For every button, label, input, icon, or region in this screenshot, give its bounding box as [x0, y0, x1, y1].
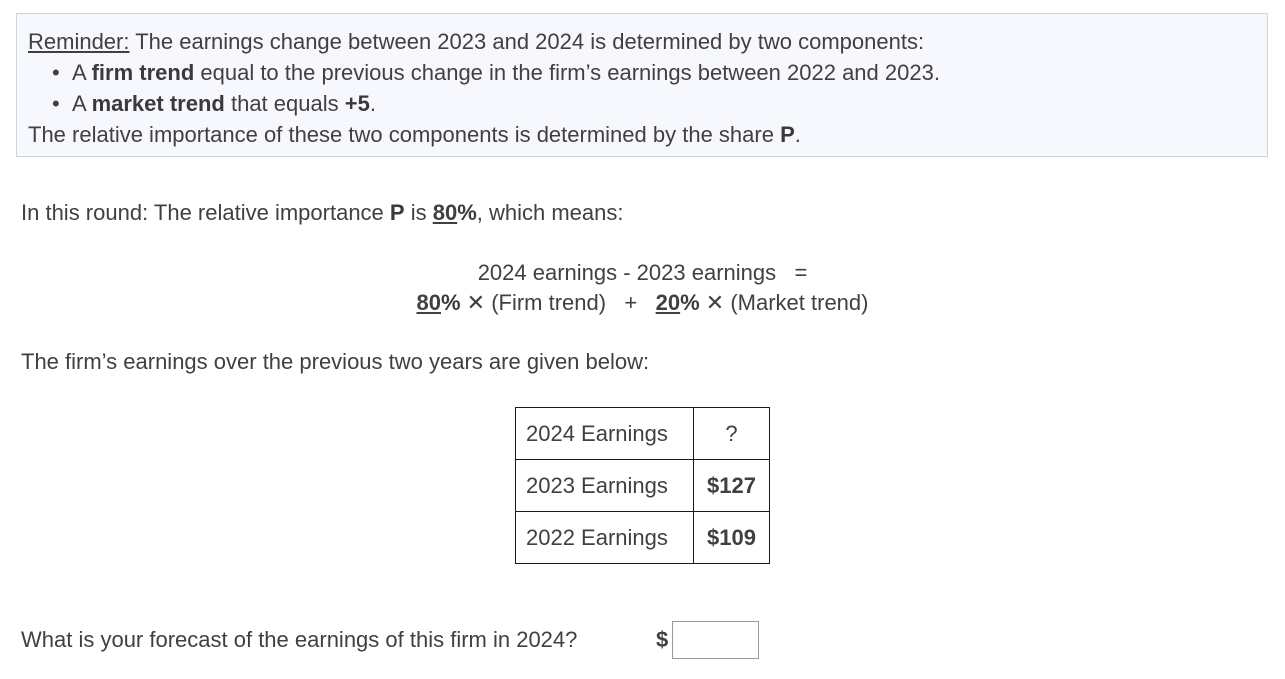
reminder-box: Reminder: The earnings change between 20…	[16, 13, 1268, 157]
reminder-closing: The relative importance of these two com…	[28, 119, 1256, 150]
table-row: 2023 Earnings $127	[515, 459, 770, 512]
firm-share-percent: %	[440, 290, 461, 315]
reminder-intro: Reminder: The earnings change between 20…	[28, 26, 1256, 57]
earnings-value-2022: $109	[693, 511, 770, 564]
earnings-label-2024: 2024 Earnings	[515, 407, 694, 460]
bullet-text: A	[72, 91, 92, 116]
table-row: 2022 Earnings $109	[515, 511, 770, 564]
round-p-value: 80	[432, 200, 458, 225]
round-text: is	[404, 200, 433, 225]
market-trend-term: market trend	[91, 91, 225, 116]
market-share-percent: %	[680, 290, 700, 315]
reminder-closing-text: .	[794, 122, 801, 147]
forecast-question: What is your forecast of the earnings of…	[21, 627, 578, 652]
bullet-market-trend: • A market trend that equals +5.	[52, 88, 1256, 119]
round-text: , which means:	[476, 200, 624, 225]
round-p-label: P	[389, 200, 405, 225]
firm-trend-term: firm trend	[91, 60, 195, 85]
firm-trend-term: (Firm trend) +	[485, 290, 656, 315]
reminder-intro-text: The earnings change between 2023 and 202…	[129, 29, 925, 54]
market-trend-term: (Market trend)	[724, 290, 869, 315]
equation-line-1: 2024 earnings - 2023 earnings =	[0, 258, 1285, 288]
forecast-input[interactable]	[672, 621, 759, 659]
bullet-dot-icon: •	[52, 60, 60, 85]
bullet-dot-icon: •	[52, 91, 60, 116]
market-share-value: 20	[655, 290, 681, 315]
bullet-text: A	[72, 60, 92, 85]
share-p-label: P	[780, 122, 795, 147]
earnings-intro: The firm’s earnings over the previous tw…	[21, 349, 650, 374]
earnings-label-2023: 2023 Earnings	[515, 459, 694, 512]
round-info: In this round: The relative importance P…	[21, 199, 624, 227]
bullet-text: that equals	[224, 91, 345, 116]
multiply-icon: ✕	[460, 290, 486, 315]
earnings-value-2024: ?	[693, 407, 770, 460]
market-trend-value: +5	[344, 91, 370, 116]
bullet-text: equal to the previous change in the firm…	[194, 60, 940, 85]
reminder-title: Reminder:	[28, 29, 130, 54]
bullet-firm-trend: • A firm trend equal to the previous chan…	[52, 57, 1256, 88]
reminder-closing-text: The relative importance of these two com…	[28, 122, 781, 147]
round-text: In this round: The relative importance	[21, 200, 390, 225]
reminder-bullet-list: • A firm trend equal to the previous chan…	[28, 57, 1256, 119]
table-row: 2024 Earnings ?	[515, 407, 770, 460]
equation-line-2: 80% ✕ (Firm trend) + 20% ✕ (Market trend…	[0, 288, 1285, 318]
round-percent-sign: %	[457, 200, 477, 225]
firm-share-value: 80	[416, 290, 441, 315]
bullet-text: .	[369, 91, 376, 116]
multiply-icon: ✕	[699, 290, 725, 315]
dollar-sign: $	[656, 627, 669, 652]
earnings-label-2022: 2022 Earnings	[515, 511, 694, 564]
equation-lhs: 2024 earnings - 2023 earnings =	[477, 260, 808, 285]
earnings-table: 2024 Earnings ? 2023 Earnings $127 2022 …	[515, 407, 770, 564]
earnings-value-2023: $127	[693, 459, 770, 512]
